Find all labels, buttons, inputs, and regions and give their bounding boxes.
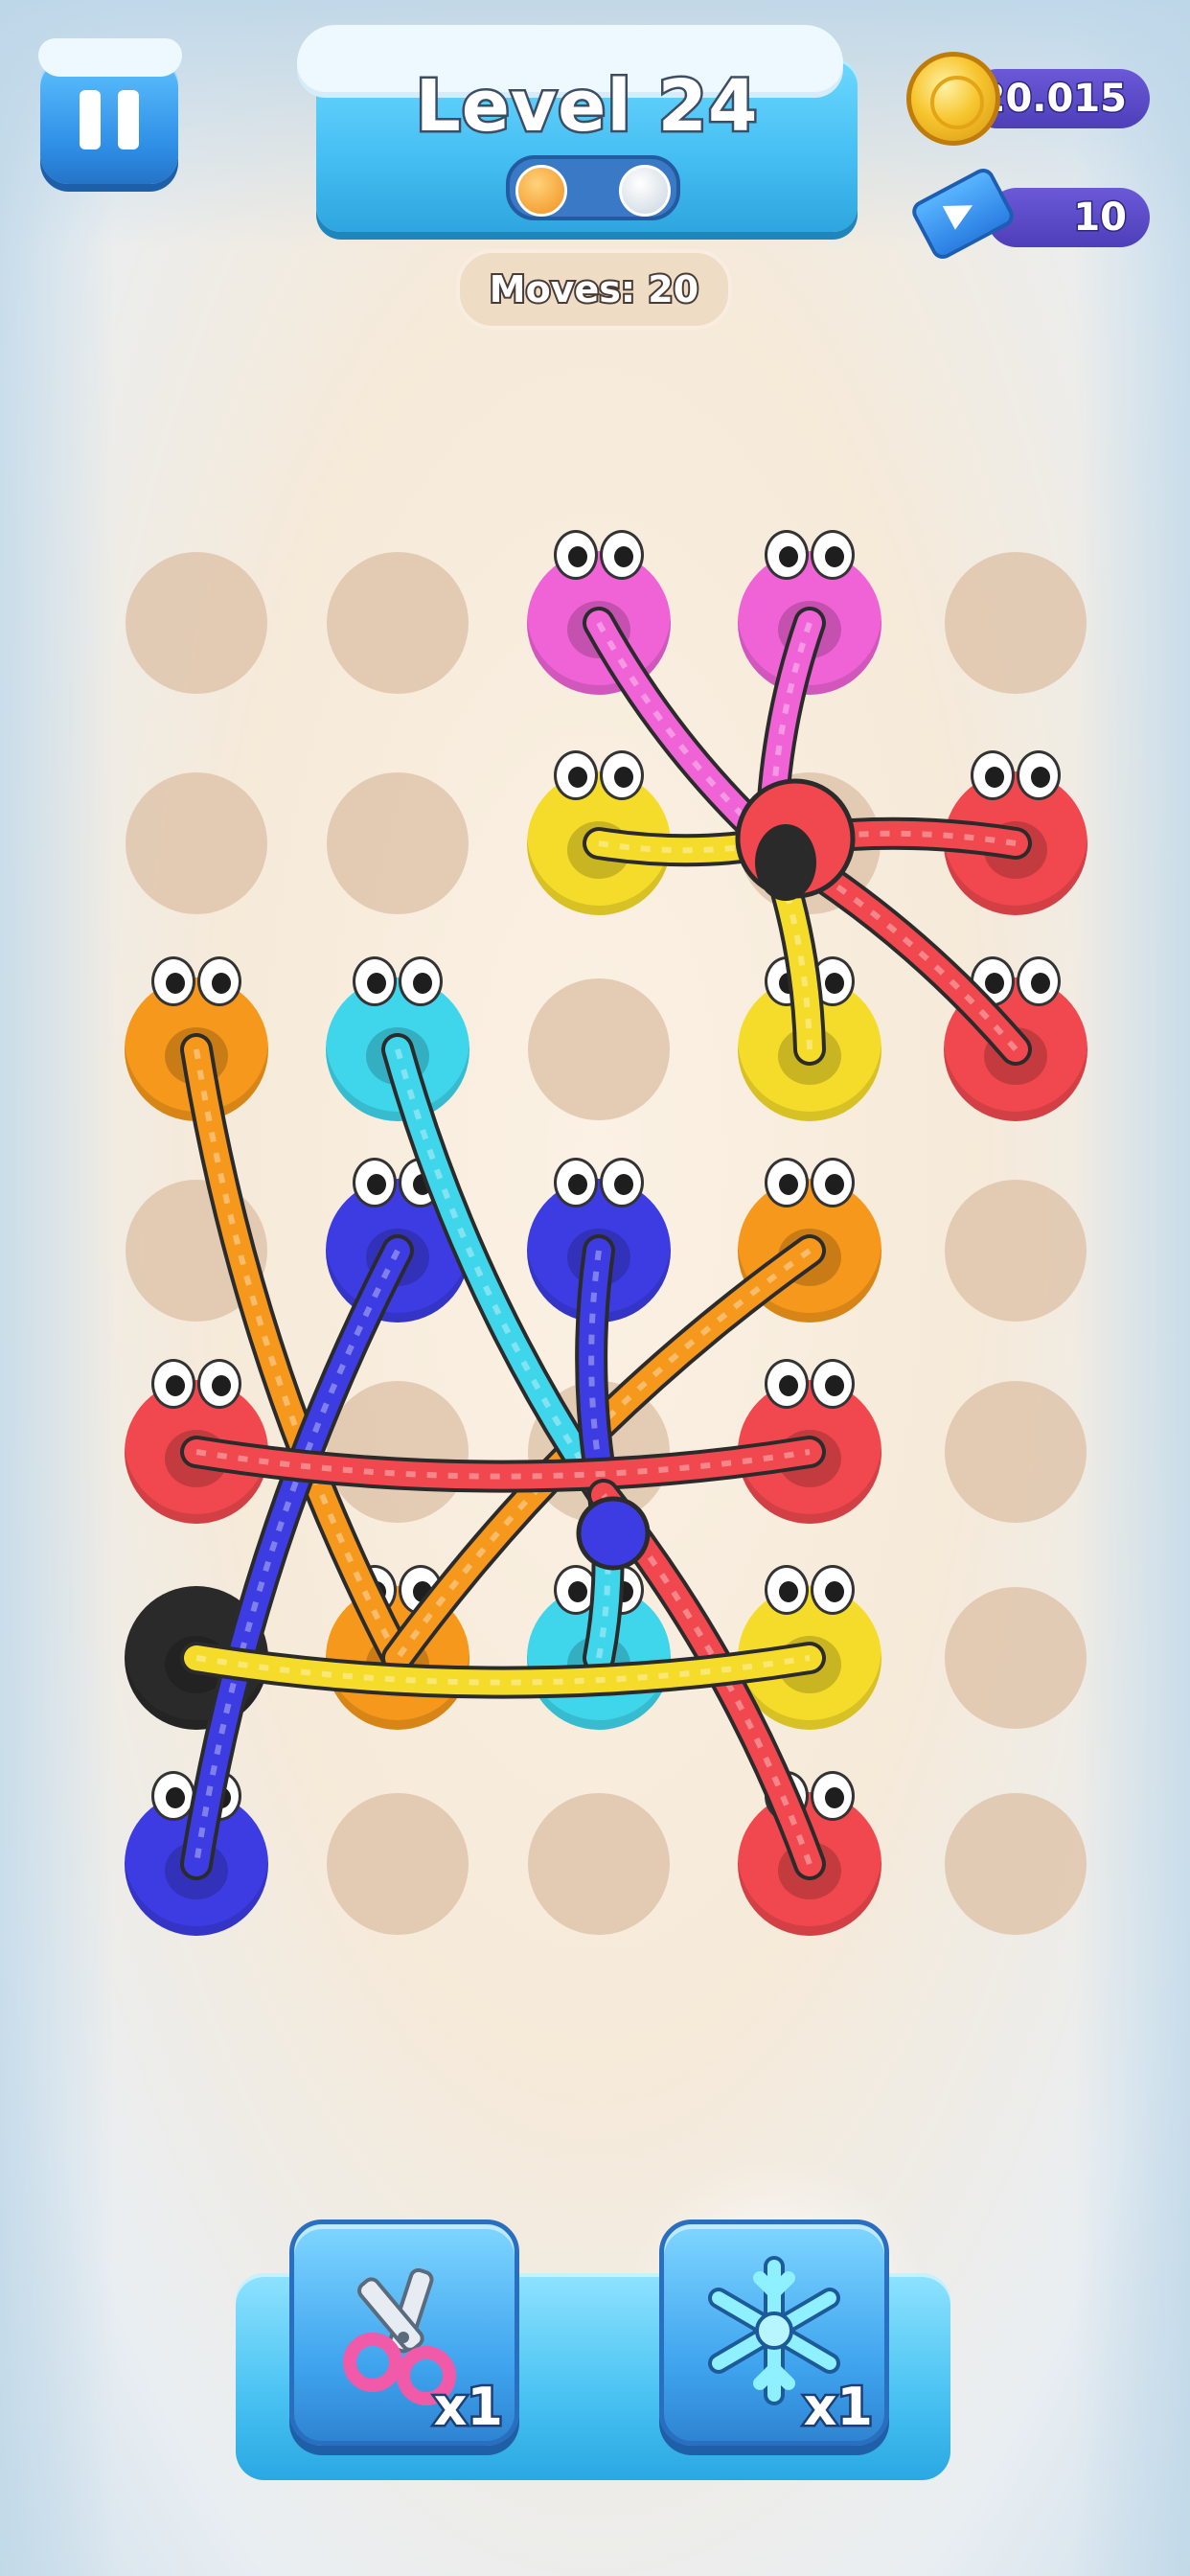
scissors-count: x1: [431, 2375, 505, 2440]
rope-outline: [180, 1033, 414, 1674]
game-board[interactable]: [0, 0, 1190, 2576]
scissors-booster-button[interactable]: x1: [289, 2220, 519, 2446]
black-peg-cap: [755, 824, 816, 901]
freeze-count: x1: [801, 2375, 875, 2440]
rope-outline: [180, 1234, 414, 1880]
rope-knot[interactable]: [576, 1496, 651, 1571]
freeze-booster-button[interactable]: x1: [659, 2220, 889, 2446]
ropes-layer: [180, 607, 1032, 1880]
cyan-rope[interactable]: [385, 1037, 616, 1507]
